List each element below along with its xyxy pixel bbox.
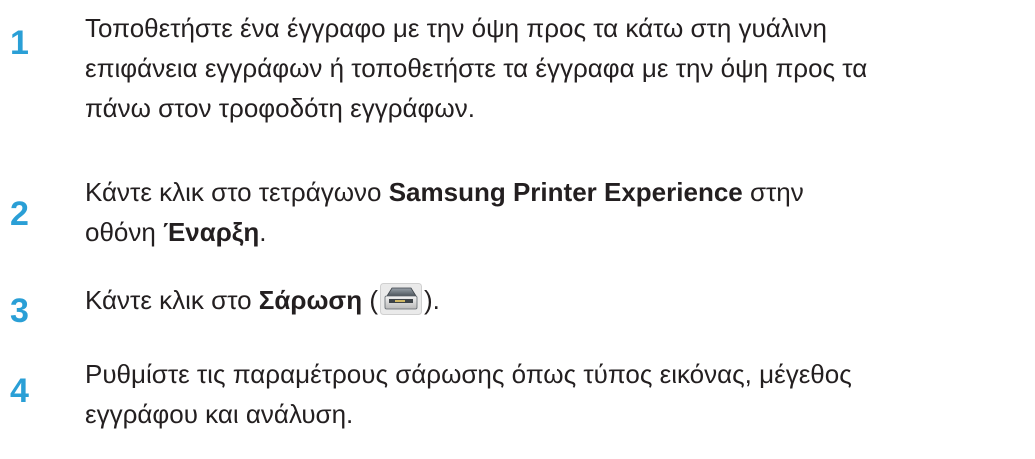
step-text-line: Κάντε κλικ στο Σάρωση ( ). <box>85 280 1030 320</box>
step-text-line: Κάντε κλικ στο τετράγωνο Samsung Printer… <box>85 172 1030 212</box>
scan-label: Σάρωση <box>258 285 363 315</box>
step-text-line: εγγράφου και ανάλυση. <box>85 399 354 429</box>
step-text: Τοποθετήστε ένα έγγραφο με την όψη προς … <box>85 8 1030 128</box>
step-number: 1 <box>10 24 29 62</box>
step-text-line: Ρυθμίστε τις παραμέτρους σάρωσης όπως τύ… <box>85 359 852 389</box>
step-text-line: Τοποθετήστε ένα έγγραφο με την όψη προς … <box>85 13 828 43</box>
text-span: ). <box>423 285 440 315</box>
scanner-icon <box>379 283 422 316</box>
step-text-line: οθόνη Έναρξη. <box>85 212 1030 252</box>
step-text: Ρυθμίστε τις παραμέτρους σάρωσης όπως τύ… <box>85 354 1030 434</box>
text-span: Κάντε κλικ στο <box>85 285 259 315</box>
text-span: οθόνη <box>85 217 164 247</box>
start-screen-name: Έναρξη <box>163 217 260 247</box>
step-number: 4 <box>10 372 29 410</box>
step-number: 2 <box>10 195 29 233</box>
text-span: στην <box>742 177 804 207</box>
step-number: 3 <box>10 292 29 330</box>
text-span: ( <box>362 285 378 315</box>
step-text: Κάντε κλικ στο Σάρωση ( ). <box>85 280 1030 320</box>
step-text-line: επιφάνεια εγγράφων ή τοποθετήστε τα έγγρ… <box>85 53 868 83</box>
text-span: Κάντε κλικ στο τετράγωνο <box>85 177 389 207</box>
text-span: . <box>259 217 267 247</box>
step-text: Κάντε κλικ στο τετράγωνο Samsung Printer… <box>85 172 1030 252</box>
step-text-line: πάνω στον τροφοδότη εγγράφων. <box>85 93 475 123</box>
app-name: Samsung Printer Experience <box>388 177 743 207</box>
